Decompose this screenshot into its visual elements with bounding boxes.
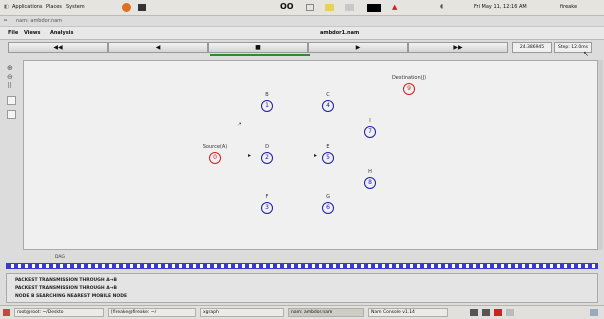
node-7[interactable]: 7 [364,126,376,138]
taskbar-item-nam[interactable]: nam: ambdor.nam [288,308,364,317]
node-label-f: F [265,194,269,200]
node-9[interactable]: 9 [403,83,415,95]
node-label-i: I [369,118,371,124]
show-desktop-icon[interactable] [3,309,10,316]
node-label-g: G [326,194,330,200]
volume-icon[interactable]: ◖ [440,3,443,10]
node-3[interactable]: 3 [261,202,273,214]
packet-arrow-icon: ▸ [314,152,318,159]
node-8[interactable]: 8 [364,177,376,189]
menu-file[interactable]: File [8,30,18,36]
top-panel: ◧ Applications Places System OO ▲ ◖ Fri … [0,0,604,16]
window-title: nam: ambdor.nam [16,18,63,24]
menu-bar: File Views Analysis ambdor1.nam [0,27,604,40]
window-menu-icon[interactable]: ═ [4,18,7,24]
panel-user[interactable]: fireake [560,4,577,10]
node-6[interactable]: 6 [322,202,334,214]
window-icon[interactable] [306,4,314,11]
node-label-d: D [265,144,269,150]
node-label-source: Source(A) [202,144,228,150]
nam-file-name: ambdor1.nam [320,30,360,36]
menu-system[interactable]: System [66,4,85,10]
panel-clock[interactable]: Fri May 11, 12:16 AM [474,4,527,10]
app-menu-icon[interactable]: ◧ [4,4,9,10]
node-label-c: C [326,92,330,98]
rewind-button[interactable]: ◀◀ [8,42,108,53]
taskbar-item-terminal-root[interactable]: root@root: ~/Deskto [14,308,104,317]
node-label-destination: Destination(J) [391,75,427,81]
fast-forward-button[interactable]: ▶▶ [408,42,508,53]
playback-toolbar: ◀◀ ◀ ■ ▶ ▶▶ 24.386945 Step: 12.0ms ↖ [0,40,604,58]
tool-box-2[interactable] [7,110,16,119]
menu-views[interactable]: Views [24,30,40,36]
packet-arrow-icon: ➝ [235,120,244,129]
log-line: NODE B SEARCHING NEAREST MOBILE NODE [15,294,128,299]
window-title-bar[interactable]: ═ nam: ambdor.nam [0,16,604,27]
node-label-h: H [368,169,372,175]
node-4[interactable]: 4 [322,100,334,112]
tool-box-1[interactable] [7,96,16,105]
message-log[interactable]: PACKEST TRANSMISSION THROUGH A→B PACKEST… [6,273,598,303]
taskbar-item-xgraph[interactable]: xgraph [200,308,284,317]
timeline-slider[interactable] [6,263,598,269]
simulation-time-display: 24.386945 [512,42,552,53]
node-1[interactable]: 1 [261,100,273,112]
node-5[interactable]: 5 [322,152,334,164]
zoom-out-icon[interactable]: ⊖ [7,73,17,81]
timeline-strip: DAG [0,255,604,273]
menu-applications[interactable]: Applications [12,4,43,10]
menu-analysis[interactable]: Analysis [50,30,73,36]
left-tool-column: ⊕ ⊖ ⠿ [0,60,20,255]
workspace-4-icon[interactable] [506,309,514,316]
workspace-3-icon[interactable] [494,309,502,316]
timeline-label: DAG [55,255,65,260]
node-label-e: E [326,144,330,150]
editor-icon[interactable] [345,4,354,11]
play-button[interactable]: ▶ [308,42,408,53]
stop-button[interactable]: ■ [208,42,308,53]
menu-places[interactable]: Places [46,4,62,10]
terminal-icon[interactable] [138,4,146,11]
node-0[interactable]: 0 [209,152,221,164]
log-line: PACKEST TRANSMISSION THROUGH A→B [15,278,117,283]
firefox-icon[interactable] [122,3,131,12]
taskbar-item-nam-console[interactable]: Nam Console v1.14 [368,308,448,317]
taskbar-item-terminal-fireake[interactable]: [fireake@fireake: ~/ [108,308,196,317]
workspace-2-icon[interactable] [482,309,490,316]
panel-center-icon[interactable]: OO [280,2,294,11]
mouse-cursor-icon: ↖ [583,50,589,58]
canvas-vertical-scrollbar[interactable] [598,60,603,250]
node-2[interactable]: 2 [261,152,273,164]
taskbar: root@root: ~/Deskto [fireake@fireake: ~/… [0,305,604,319]
playback-progress-indicator [210,54,310,56]
folder-icon[interactable] [325,4,334,11]
log-line: PACKEST TRANSMISSION THROUGH A→B [15,286,117,291]
node-label-b: B [265,92,269,98]
network-canvas[interactable]: Source(A) 0 B 1 D 2 F 3 C 4 E 5 G 6 I 7 … [23,60,598,250]
workspace-1-icon[interactable] [470,309,478,316]
editor-tool-icon[interactable]: ⠿ [7,82,17,90]
trash-icon[interactable] [590,309,598,316]
warning-icon[interactable]: ▲ [392,3,397,11]
zoom-in-icon[interactable]: ⊕ [7,64,17,72]
black-square-icon[interactable] [367,4,381,12]
step-back-button[interactable]: ◀ [108,42,208,53]
packet-arrow-icon: ▸ [248,152,252,159]
